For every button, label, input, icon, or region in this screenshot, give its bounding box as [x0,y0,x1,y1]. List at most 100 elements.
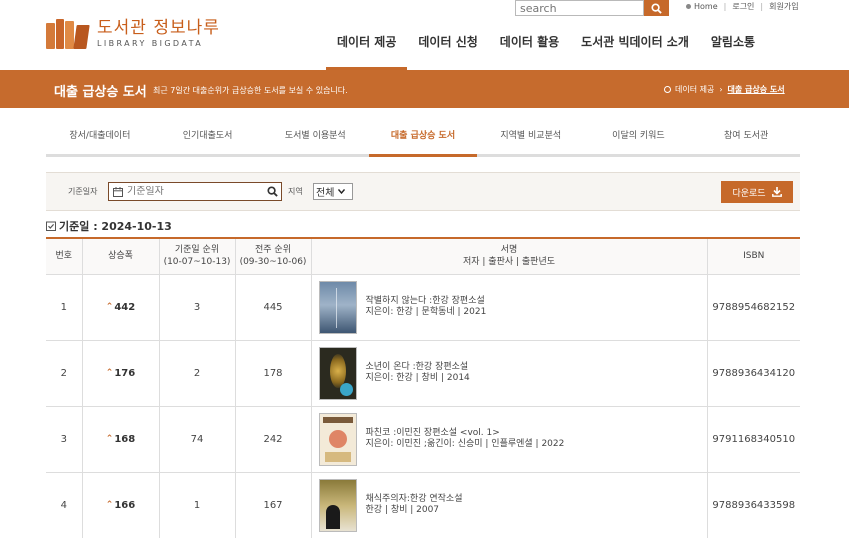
region-select[interactable]: 전체 [313,183,353,200]
tab-collection-loan[interactable]: 장서/대출데이터 [46,124,154,154]
date-field[interactable] [108,182,282,201]
search-button[interactable] [644,0,669,16]
row-current-rank: 74 [159,406,236,473]
site-logo[interactable]: 도서관 정보나루 LIBRARY BIGDATA [46,18,220,49]
book-meta: 지은이: 이민진 ;옮긴이: 신승미 | 인플루엔셜 | 2022 [365,439,565,449]
logo-subtitle: LIBRARY BIGDATA [97,39,204,48]
col-title: 서명 저자 | 출판사 | 출판년도 [311,238,708,275]
books-logo-icon [46,18,90,49]
nav-data-use[interactable]: 데이터 활용 [489,34,570,70]
base-date-heading: 기준일 : 2024-10-13 [46,218,172,234]
row-rise: ⌃ 168 [82,406,160,473]
row-no: 1 [46,274,83,341]
region-label: 지역 [288,187,303,196]
utility-links: Home | 로그인 | 회원가입 [686,0,799,12]
sub-tabs: 장서/대출데이터 인기대출도서 도서별 이용분석 대출 급상승 도서 지역별 비… [46,124,800,157]
tab-book-analysis[interactable]: 도서별 이용분석 [261,124,369,154]
row-rise: ⌃ 166 [82,472,160,538]
checkbox-icon [46,221,56,231]
tab-region-compare[interactable]: 지역별 비교분석 [477,124,585,154]
row-book: 작별하지 않는다 :한강 장편소설 지은이: 한강 | 문학동네 | 2021 [311,274,708,341]
breadcrumb-home-icon [664,86,671,93]
col-current-rank: 기준일 순위 (10-07~10-13) [159,238,236,275]
nav-data-request[interactable]: 데이터 신청 [407,34,488,70]
nav-notice[interactable]: 알림소통 [700,34,766,70]
col-previous-rank: 전주 순위 (09-30~10-06) [235,238,312,275]
breadcrumb: 데이터 제공 › 대출 급상승 도서 [664,84,785,95]
signup-link[interactable]: 회원가입 [769,1,798,12]
row-no: 4 [46,472,83,538]
nav-about-bigdata[interactable]: 도서관 빅데이터 소개 [570,34,700,70]
row-previous-rank: 167 [235,472,312,538]
book-title[interactable]: 파친코 :이민진 장편소설 <vol. 1> [366,428,565,439]
rise-arrow-icon: ⌃ [105,368,114,379]
breadcrumb-current[interactable]: 대출 급상승 도서 [728,84,785,95]
rise-arrow-icon: ⌃ [105,500,114,511]
download-icon [771,187,782,197]
row-current-rank: 1 [159,472,236,538]
row-book: 소년이 온다 :한강 장편소설 지은이: 한강 | 창비 | 2014 [311,340,708,407]
filter-bar: 기준일자 지역 전체 다운로드 [46,172,800,211]
row-rise: ⌃ 442 [82,274,160,341]
book-cover[interactable] [318,478,357,532]
region-value: 전체 [316,188,335,199]
site-header: 도서관 정보나루 LIBRARY BIGDATA Home | 로그인 | 회원… [0,0,849,70]
row-isbn: 9791168340510 [707,406,800,473]
row-rise: ⌃ 176 [82,340,160,407]
book-meta: 지은이: 한강 | 문학동네 | 2021 [365,307,487,317]
row-current-rank: 3 [159,274,236,341]
download-button[interactable]: 다운로드 [721,181,793,203]
col-rise: 상승폭 [82,238,160,275]
breadcrumb-parent[interactable]: 데이터 제공 [675,84,714,95]
search-icon [651,2,662,14]
book-meta: 지은이: 한강 | 창비 | 2014 [365,373,470,383]
table-row: 1 ⌃ 442 3 445 작별하지 않는다 :한강 장편소설 지은이: 한강 |… [46,274,800,341]
row-isbn: 9788954682152 [707,274,800,341]
date-label: 기준일자 [68,187,98,196]
page-banner: 대출 급상승 도서 최근 7일간 대출순위가 급상승한 도서를 보실 수 있습니… [0,70,849,108]
tab-monthly-keyword[interactable]: 이달의 키워드 [585,124,693,154]
calendar-icon [113,186,123,197]
row-isbn: 9788936433598 [707,472,800,538]
col-isbn: ISBN [707,238,800,275]
row-current-rank: 2 [159,340,236,407]
row-no: 3 [46,406,83,473]
book-title[interactable]: 채식주의자:한강 연작소설 [366,494,463,505]
table-row: 3 ⌃ 168 74 242 파친코 :이민진 장편소설 <vol. 1> 지은이… [46,406,800,473]
row-no: 2 [46,340,83,407]
row-book: 채식주의자:한강 연작소설 한강 | 창비 | 2007 [311,472,708,538]
row-book: 파친코 :이민진 장편소설 <vol. 1> 지은이: 이민진 ;옮긴이: 신승… [311,406,708,473]
home-link[interactable]: Home [694,2,718,11]
site-search [515,0,669,16]
date-input[interactable] [127,186,261,197]
book-title[interactable]: 작별하지 않는다 :한강 장편소설 [366,296,487,307]
page-description: 최근 7일간 대출순위가 급상승한 도서를 보실 수 있습니다. [153,86,348,95]
book-cover[interactable] [318,280,357,334]
page-title: 대출 급상승 도서 [54,85,147,100]
rise-arrow-icon: ⌃ [105,434,114,445]
tab-libraries[interactable]: 참여 도서관 [692,124,800,154]
login-link[interactable]: 로그인 [732,1,754,12]
logo-title: 도서관 정보나루 [97,18,220,38]
tab-popular-books[interactable]: 인기대출도서 [154,124,262,154]
main-navigation: 데이터 제공 데이터 신청 데이터 활용 도서관 빅데이터 소개 알림소통 [326,34,766,70]
rise-arrow-icon: ⌃ [105,302,114,313]
rising-books-table: 번호 상승폭 기준일 순위 (10-07~10-13) 전주 순위 (09-30… [46,237,800,538]
row-previous-rank: 242 [235,406,312,473]
table-row: 4 ⌃ 166 1 167 채식주의자:한강 연작소설 한강 | 창비 | 200… [46,472,800,538]
search-input[interactable] [515,0,644,16]
row-previous-rank: 178 [235,340,312,407]
row-previous-rank: 445 [235,274,312,341]
book-title[interactable]: 소년이 온다 :한강 장편소설 [366,362,470,373]
col-no: 번호 [46,238,83,275]
tab-rising-books[interactable]: 대출 급상승 도서 [369,124,477,157]
table-header-row: 번호 상승폭 기준일 순위 (10-07~10-13) 전주 순위 (09-30… [46,238,800,275]
book-cover[interactable] [318,346,357,400]
book-meta: 한강 | 창비 | 2007 [365,505,440,515]
table-row: 2 ⌃ 176 2 178 소년이 온다 :한강 장편소설 지은이: 한강 | 창… [46,340,800,407]
download-label: 다운로드 [732,188,766,199]
search-icon[interactable] [267,186,278,197]
book-cover[interactable] [318,412,357,466]
nav-data-provide[interactable]: 데이터 제공 [326,34,408,70]
chevron-down-icon [338,189,346,194]
